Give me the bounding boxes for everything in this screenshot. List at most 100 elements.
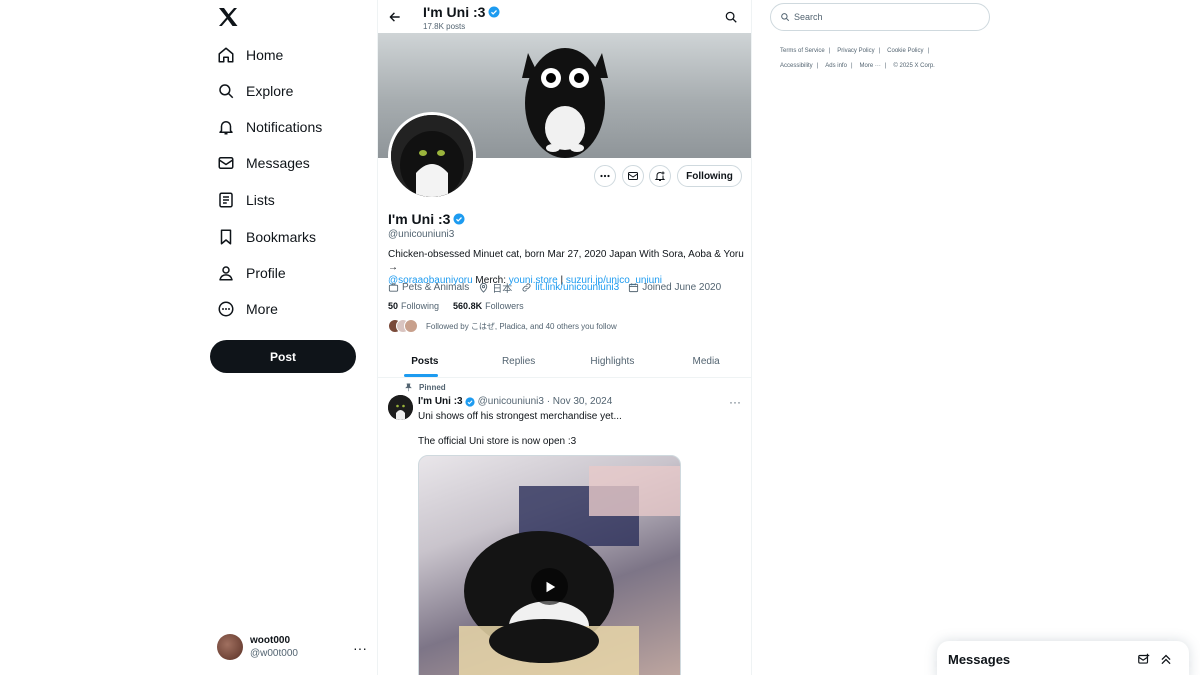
- nav-item-lists[interactable]: Lists: [217, 185, 275, 215]
- following-count: 50: [388, 301, 399, 311]
- footer-link-privacy[interactable]: Privacy Policy: [837, 44, 874, 59]
- followers-count: 560.8K: [453, 301, 483, 311]
- subscribe-notifications-button[interactable]: [649, 165, 671, 187]
- header-profile-name: I'm Uni :3: [423, 4, 500, 20]
- category-text: Pets & Animals: [402, 282, 470, 293]
- verified-badge-icon: [453, 213, 465, 225]
- footer-link-terms[interactable]: Terms of Service: [780, 44, 825, 59]
- post-button[interactable]: Post: [210, 340, 356, 373]
- tab-replies[interactable]: Replies: [472, 346, 566, 377]
- more-circle-icon: [217, 300, 235, 318]
- bio-text: Chicken-obsessed Minuet cat, born Mar 27…: [388, 249, 744, 273]
- more-horizontal-icon: [600, 174, 610, 178]
- messages-drawer-title: Messages: [948, 652, 1011, 667]
- pinned-indicator: Pinned: [404, 383, 446, 392]
- tweet-video[interactable]: [418, 455, 681, 675]
- tweet-author-avatar[interactable]: [388, 395, 413, 420]
- profile-name-text: I'm Uni :3: [388, 211, 451, 227]
- nav-item-more[interactable]: More: [217, 294, 278, 324]
- message-button[interactable]: [622, 165, 644, 187]
- following-count-label: Following: [401, 301, 440, 311]
- search-input[interactable]: [794, 12, 974, 22]
- account-avatar: [217, 634, 243, 660]
- profile-handle: @unicouniuni3: [388, 229, 455, 240]
- account-handle: @w00t000: [250, 648, 298, 659]
- nav-item-home[interactable]: Home: [217, 40, 283, 70]
- nav-item-profile[interactable]: Profile: [217, 258, 286, 288]
- website-item[interactable]: lit.link/unicouniuni3: [521, 282, 619, 293]
- profile-tabs: Posts Replies Highlights Media: [378, 346, 751, 378]
- tweet-handle-date[interactable]: @unicouniuni3 · Nov 30, 2024: [478, 396, 613, 407]
- verified-badge-icon: [488, 6, 500, 18]
- calendar-icon: [629, 283, 639, 293]
- search-icon: [217, 82, 235, 100]
- tweet-header: I'm Uni :3 @unicouniuni3 · Nov 30, 2024: [418, 396, 612, 407]
- verified-badge-icon: [465, 396, 475, 407]
- website-link[interactable]: lit.link/unicouniuni3: [535, 282, 619, 293]
- followed-by-text: Followed by こはぜ, Pladica, and 40 others …: [426, 321, 617, 331]
- x-logo-icon[interactable]: [216, 5, 240, 29]
- pin-icon: [405, 383, 412, 392]
- footer-link-accessibility[interactable]: Accessibility: [780, 59, 813, 74]
- followed-by[interactable]: Followed by こはぜ, Pladica, and 40 others …: [388, 319, 617, 333]
- tab-media[interactable]: Media: [659, 346, 751, 377]
- nav-item-explore[interactable]: Explore: [217, 76, 293, 106]
- tab-highlights[interactable]: Highlights: [566, 346, 660, 377]
- account-menu-icon[interactable]: ···: [353, 640, 367, 656]
- new-message-icon[interactable]: [1137, 652, 1151, 666]
- follow-counts: 50 Following 560.8K Followers: [388, 301, 538, 311]
- envelope-icon: [628, 172, 638, 180]
- joined-text: Joined June 2020: [642, 282, 722, 293]
- tweet-text-line1: Uni shows off his strongest merchandise …: [418, 411, 622, 422]
- tweet-more-icon[interactable]: ···: [729, 395, 741, 409]
- footer-link-more[interactable]: More ···: [860, 59, 881, 74]
- footer-links: Terms of Service | Privacy Policy | Cookie…: [780, 44, 980, 74]
- list-icon: [217, 191, 235, 209]
- followed-by-avatars: [388, 319, 420, 333]
- envelope-icon: [217, 154, 235, 172]
- nav-item-messages[interactable]: Messages: [217, 148, 310, 178]
- nav-label-profile: Profile: [246, 265, 286, 281]
- following-button[interactable]: Following: [677, 165, 742, 187]
- footer-link-cookies[interactable]: Cookie Policy: [887, 44, 923, 59]
- tweet-text-line2: The official Uni store is now open :3: [418, 436, 577, 447]
- following-count-link[interactable]: 50 Following: [388, 301, 439, 311]
- home-icon: [217, 46, 235, 64]
- play-icon: [546, 581, 555, 592]
- footer-link-ads-info[interactable]: Ads info: [825, 59, 847, 74]
- play-button[interactable]: [531, 568, 568, 605]
- nav-item-notifications[interactable]: Notifications: [217, 112, 322, 142]
- bell-icon: [217, 118, 235, 136]
- profile-avatar[interactable]: [388, 112, 476, 200]
- person-icon: [217, 264, 235, 282]
- footer-copyright: © 2025 X Corp.: [893, 63, 935, 69]
- account-switcher[interactable]: woot000 @w00t000 ···: [217, 632, 367, 662]
- briefcase-icon: [388, 283, 399, 292]
- search-icon: [781, 13, 790, 22]
- nav-label-lists: Lists: [246, 192, 275, 208]
- search-box[interactable]: [770, 3, 990, 31]
- nav-label-messages: Messages: [246, 155, 310, 171]
- tab-posts[interactable]: Posts: [378, 346, 472, 377]
- joined-item: Joined June 2020: [628, 282, 721, 293]
- profile-column: I'm Uni :3 17.8K posts Following I'm Uni…: [377, 0, 752, 675]
- bell-plus-icon: [654, 171, 666, 181]
- expand-drawer-icon[interactable]: [1159, 652, 1173, 666]
- header-post-count: 17.8K posts: [423, 22, 466, 31]
- bookmark-icon: [217, 228, 235, 246]
- back-arrow-icon[interactable]: [388, 10, 402, 24]
- category-item: Pets & Animals: [388, 282, 469, 293]
- messages-drawer[interactable]: Messages: [937, 641, 1189, 675]
- search-profile-icon[interactable]: [724, 10, 738, 24]
- location-pin-icon: [480, 282, 488, 293]
- location-item: 日本: [478, 280, 512, 295]
- location-text: 日本: [492, 284, 513, 295]
- header-name-text: I'm Uni :3: [423, 4, 486, 20]
- profile-meta: Pets & Animals 日本 lit.link/unicouniuni3 …: [388, 280, 730, 295]
- more-options-button[interactable]: [594, 165, 616, 187]
- followers-count-link[interactable]: 560.8K Followers: [453, 301, 524, 311]
- pinned-label: Pinned: [419, 383, 446, 392]
- nav-label-bookmarks: Bookmarks: [246, 229, 317, 245]
- nav-item-bookmarks[interactable]: Bookmarks: [217, 222, 316, 252]
- tweet-author-name[interactable]: I'm Uni :3: [418, 396, 463, 407]
